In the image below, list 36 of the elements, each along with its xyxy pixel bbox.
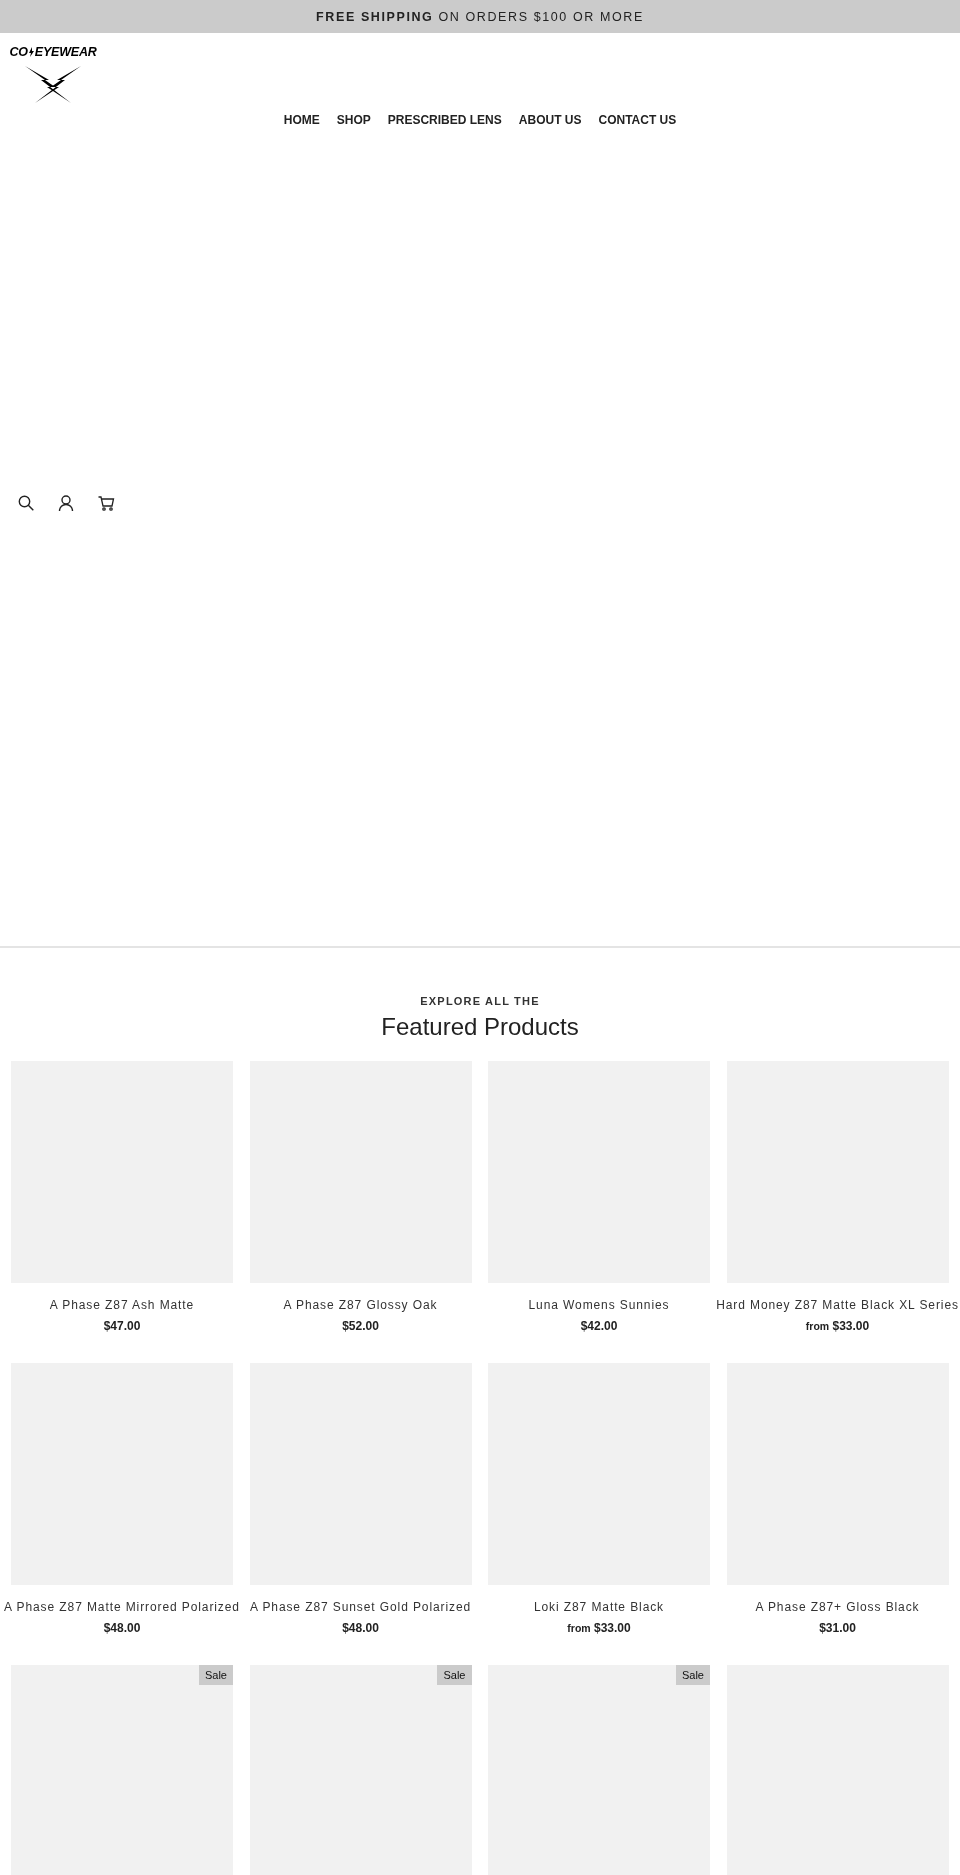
- product-image[interactable]: Sale: [249, 1665, 472, 1875]
- search-icon[interactable]: [17, 494, 35, 512]
- product-title[interactable]: Loki Z87 Matte Black: [533, 1600, 665, 1614]
- announcement-text: FREE SHIPPING ON ORDERS $100 OR MORE: [316, 9, 644, 24]
- account-icon[interactable]: [57, 494, 75, 512]
- product-image[interactable]: Sale: [11, 1665, 233, 1875]
- sale-badge: Sale: [437, 1665, 472, 1685]
- section-title: Featured Products: [380, 1013, 580, 1041]
- lightning-icon: [28, 47, 34, 57]
- product-price: $52.00: [342, 1319, 379, 1333]
- product-price: $48.00: [103, 1621, 141, 1635]
- nav-link[interactable]: SHOP: [336, 111, 371, 129]
- sale-badge: Sale: [198, 1665, 233, 1685]
- product-title[interactable]: A Phase Z87+ Gloss Black: [755, 1600, 920, 1614]
- logo-text[interactable]: CO: [9, 45, 28, 59]
- logo-text[interactable]: EYEWEAR: [34, 45, 97, 59]
- product-price: $31.00: [819, 1621, 856, 1635]
- product-title[interactable]: A Phase Z87 Sunset Gold Polarized: [249, 1600, 472, 1614]
- product-title[interactable]: Luna Womens Sunnies: [528, 1298, 670, 1312]
- nav-link[interactable]: PRESCRIBED LENS: [387, 111, 502, 129]
- section-eyebrow: EXPLORE ALL THE: [419, 995, 541, 1007]
- product-title[interactable]: A Phase Z87 Matte Mirrored Polarized: [4, 1600, 240, 1614]
- product-title[interactable]: Hard Money Z87 Matte Black XL Series: [716, 1298, 959, 1312]
- product-price: $47.00: [103, 1319, 141, 1333]
- product-title[interactable]: A Phase Z87 Glossy Oak: [283, 1298, 438, 1312]
- product-price: $48.00: [342, 1621, 379, 1635]
- product-title[interactable]: A Phase Z87 Ash Matte: [49, 1298, 195, 1312]
- product-price: from $33.00: [567, 1621, 631, 1635]
- product-price: $42.00: [580, 1319, 618, 1333]
- cart-icon[interactable]: [97, 494, 115, 512]
- product-price: from $33.00: [805, 1319, 870, 1333]
- nav-link[interactable]: ABOUT US: [518, 111, 582, 129]
- sale-badge: Sale: [675, 1665, 710, 1685]
- product-image[interactable]: Sale: [488, 1665, 710, 1875]
- nav-link[interactable]: CONTACT US: [598, 111, 677, 129]
- nav-link[interactable]: HOME: [283, 111, 320, 129]
